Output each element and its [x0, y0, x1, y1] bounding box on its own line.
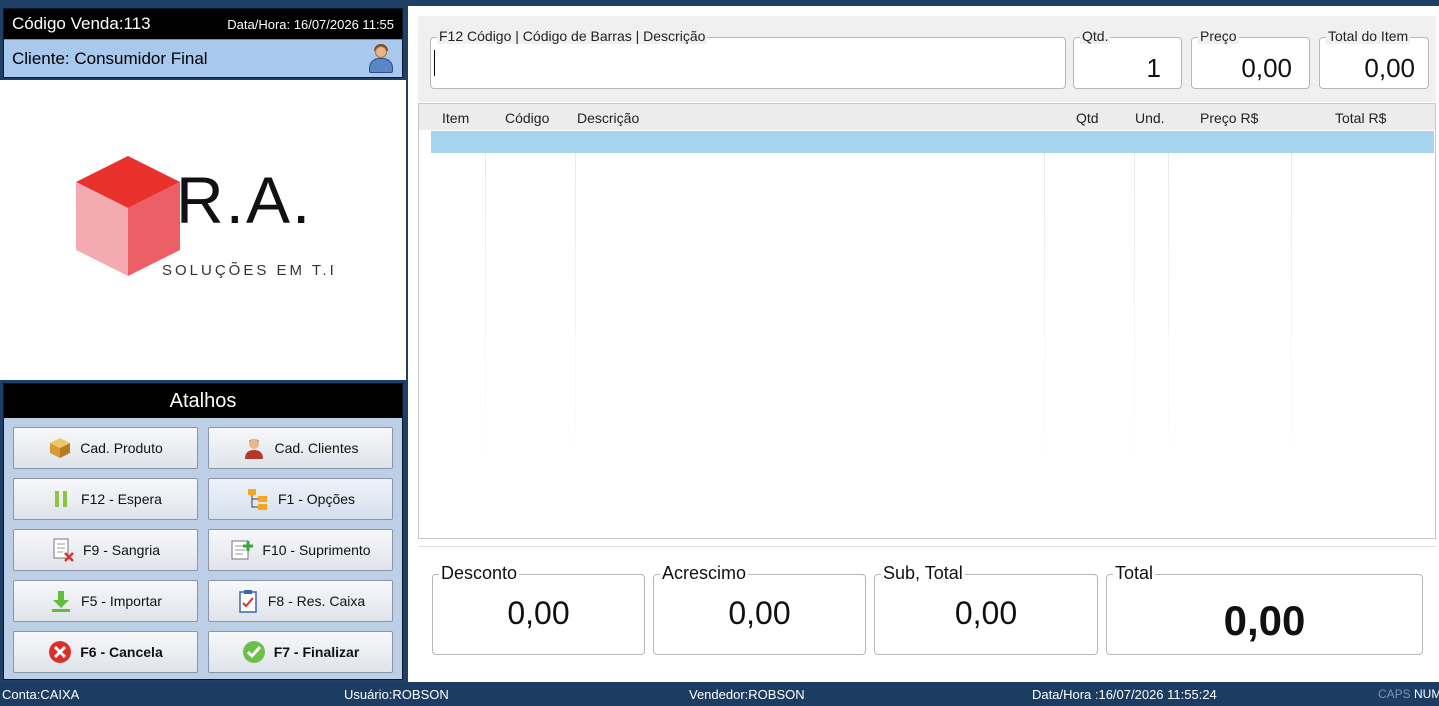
grid-divider: [1291, 153, 1292, 473]
importar-label: F5 - Importar: [81, 593, 162, 609]
grid-divider: [485, 153, 486, 473]
grid-divider: [1168, 153, 1169, 473]
text-caret: [434, 50, 435, 76]
download-icon: [52, 591, 71, 612]
espera-label: F12 - Espera: [81, 491, 162, 507]
cube-logo-icon: [76, 156, 180, 276]
col-item[interactable]: Item: [442, 110, 469, 126]
pause-icon: [55, 491, 68, 507]
status-conta: Conta:CAIXA: [2, 687, 80, 702]
res-caixa-button[interactable]: F8 - Res. Caixa: [208, 580, 393, 622]
grid-header: Item Código Descrição Qtd Und. Preço R$ …: [419, 104, 1435, 130]
status-usuario: Usuário:ROBSON: [344, 687, 449, 702]
subtotal-value: 0,00: [954, 595, 1018, 631]
suprimento-label: F10 - Suprimento: [262, 542, 371, 558]
desconto-value: 0,00: [507, 595, 570, 631]
customer-row[interactable]: Cliente: Consumidor Final: [4, 39, 402, 77]
col-preco[interactable]: Preço R$: [1200, 110, 1258, 126]
sale-main-panel: F12 Código | Código de Barras | Descriçã…: [408, 6, 1439, 682]
total-value: 0,00: [1223, 597, 1306, 644]
res-caixa-label: F8 - Res. Caixa: [267, 593, 366, 609]
subtotal-label: Sub, Total: [881, 563, 965, 584]
acrescimo-box[interactable]: Acrescimo 0,00: [653, 563, 866, 655]
total-item-field: Total do Item 0,00: [1319, 28, 1429, 89]
cancela-button[interactable]: F6 - Cancela: [13, 631, 198, 673]
sale-datetime: Data/Hora: 16/07/2026 11:55: [227, 16, 394, 32]
shortcuts-title: Atalhos: [4, 384, 402, 418]
document-add-icon: [231, 540, 254, 560]
status-vendedor: Vendedor:ROBSON: [689, 687, 805, 702]
product-search-field[interactable]: F12 Código | Código de Barras | Descriçã…: [430, 28, 1066, 89]
logo-title: R.A.: [176, 163, 313, 237]
tree-options-icon: [247, 489, 267, 510]
acrescimo-label: Acrescimo: [660, 563, 749, 584]
totals-panel: Desconto 0,00 Acrescimo 0,00 Sub, Total …: [418, 546, 1436, 666]
status-datetime: Data/Hora :16/07/2026 11:55:24: [1032, 687, 1217, 702]
opcoes-label: F1 - Opções: [277, 491, 356, 507]
finalizar-label: F7 - Finalizar: [273, 644, 360, 660]
suprimento-button[interactable]: F10 - Suprimento: [208, 529, 393, 571]
sangria-button[interactable]: F9 - Sangria: [13, 529, 198, 571]
total-item-value: 0,00: [1364, 53, 1415, 83]
col-total[interactable]: Total R$: [1335, 110, 1386, 126]
sangria-label: F9 - Sangria: [82, 542, 161, 558]
cancel-icon: [49, 641, 72, 663]
desconto-box[interactable]: Desconto 0,00: [432, 563, 645, 655]
opcoes-button[interactable]: F1 - Opções: [208, 478, 393, 520]
qtd-value: 1: [1146, 53, 1161, 83]
item-entry-panel: F12 Código | Código de Barras | Descriçã…: [418, 16, 1436, 102]
qtd-label: Qtd.: [1080, 28, 1111, 44]
check-icon: [242, 641, 265, 663]
grid-divider: [575, 153, 576, 473]
col-und[interactable]: Und.: [1135, 110, 1165, 126]
left-panel: Código Venda:113 Data/Hora: 16/07/2026 1…: [0, 0, 406, 682]
customer-icon[interactable]: [366, 43, 396, 74]
total-item-label: Total do Item: [1326, 28, 1411, 44]
document-remove-icon: [53, 538, 74, 562]
user-icon: [245, 439, 264, 459]
preco-value: 0,00: [1241, 53, 1292, 83]
desconto-label: Desconto: [439, 563, 520, 584]
total-box: Total 0,00: [1106, 563, 1423, 655]
status-bar: Conta:CAIXA Usuário:ROBSON Vendedor:ROBS…: [0, 682, 1439, 706]
col-descricao[interactable]: Descrição: [577, 110, 639, 126]
preco-label: Preço: [1198, 28, 1239, 44]
cad-produto-button[interactable]: Cad. Produto: [13, 427, 198, 469]
status-num: NUM: [1414, 687, 1439, 701]
items-grid[interactable]: Item Código Descrição Qtd Und. Preço R$ …: [418, 103, 1436, 539]
grid-divider: [1044, 153, 1045, 473]
cancela-label: F6 - Cancela: [80, 644, 163, 660]
clipboard-icon: [239, 590, 257, 613]
col-qtd[interactable]: Qtd: [1076, 110, 1099, 126]
box-icon: [50, 438, 71, 458]
shortcuts-panel: Atalhos Cad. Produto Cad. Clientes F12 -…: [3, 383, 403, 680]
espera-button[interactable]: F12 - Espera: [13, 478, 198, 520]
cad-clientes-label: Cad. Clientes: [274, 440, 359, 456]
cad-produto-label: Cad. Produto: [80, 440, 163, 456]
grid-selected-row[interactable]: [431, 131, 1434, 153]
status-caps: CAPS: [1378, 687, 1411, 701]
product-search-label: F12 Código | Código de Barras | Descriçã…: [437, 28, 708, 44]
finalizar-button[interactable]: F7 - Finalizar: [208, 631, 393, 673]
sale-code: Código Venda:113: [12, 14, 151, 33]
company-logo-area: R.A. SOLUÇÕES EM T.I: [0, 80, 406, 380]
total-label: Total: [1113, 563, 1156, 584]
importar-button[interactable]: F5 - Importar: [13, 580, 198, 622]
grid-divider: [1134, 153, 1135, 473]
qtd-field[interactable]: Qtd. 1: [1073, 28, 1182, 89]
sale-header: Código Venda:113 Data/Hora: 16/07/2026 1…: [3, 8, 403, 78]
customer-label: Cliente: Consumidor Final: [12, 48, 208, 68]
logo-subtitle: SOLUÇÕES EM T.I: [162, 262, 337, 279]
cad-clientes-button[interactable]: Cad. Clientes: [208, 427, 393, 469]
acrescimo-value: 0,00: [728, 595, 791, 631]
subtotal-box: Sub, Total 0,00: [874, 563, 1098, 655]
sale-title-bar: Código Venda:113 Data/Hora: 16/07/2026 1…: [4, 9, 402, 39]
col-codigo[interactable]: Código: [505, 110, 549, 126]
preco-field[interactable]: Preço 0,00: [1191, 28, 1310, 89]
